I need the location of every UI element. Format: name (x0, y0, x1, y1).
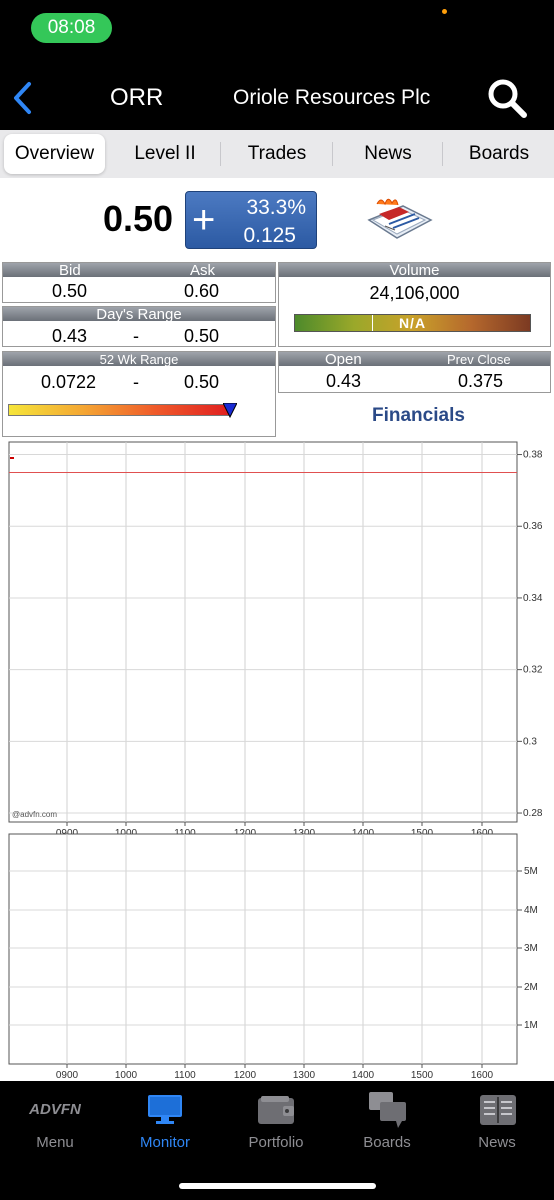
volume-x-tick-label: 1300 (293, 1070, 316, 1081)
nav-menu[interactable]: ADVFN Menu (5, 1091, 105, 1157)
day-high-value: 0.50 (184, 326, 220, 346)
volume-x-tick-label: 0900 (56, 1070, 79, 1081)
days-range-panel: Day's Range 0.43 - 0.50 (2, 306, 276, 347)
price-y-tick-label: 0.38 (523, 450, 543, 461)
open-value: 0.43 (326, 371, 362, 391)
wk52-high-value: 0.50 (184, 372, 220, 392)
volume-x-tick-label: 1600 (471, 1070, 494, 1081)
volume-y-tick-label: 4M (524, 905, 538, 916)
volume-x-tick-label: 1100 (174, 1070, 196, 1081)
volume-header: Volume (279, 262, 550, 279)
bid-label: Bid (59, 262, 81, 279)
price-change-box: + 33.3% 0.125 (185, 191, 317, 249)
nav-news-label: News (478, 1134, 516, 1151)
back-chevron-icon[interactable] (10, 80, 36, 116)
day-low-value: 0.43 (52, 326, 88, 346)
nav-boards[interactable]: Boards (337, 1091, 437, 1157)
change-percent: 33.3% (246, 196, 306, 219)
volume-x-axis: 0900 1000 1100 1200 1300 1400 1500 1600 (56, 1064, 494, 1081)
volume-x-tick-label: 1400 (352, 1070, 375, 1081)
price-y-tick-label: 0.36 (523, 521, 543, 532)
news-flash-icon[interactable] (365, 194, 435, 244)
ticker-symbol: ORR (110, 84, 164, 111)
price-start-marker (10, 457, 14, 459)
change-absolute: 0.125 (243, 224, 296, 247)
intraday-price-chart[interactable]: 0.380.360.340.320.30.28 0900 1000 1100 1200… (8, 441, 554, 838)
tab-divider (442, 142, 443, 166)
volume-panel: Volume 24,106,000 N/A (278, 262, 551, 347)
prev-close-value: 0.375 (458, 371, 504, 391)
nav-boards-label: Boards (363, 1134, 411, 1151)
days-range-header: Day's Range (3, 306, 275, 323)
privacy-indicator (442, 9, 447, 14)
status-time: 08:08 (31, 13, 112, 43)
tab-divider (332, 142, 333, 166)
volume-bar-text: N/A (398, 315, 427, 331)
tab-trades[interactable]: Trades (222, 134, 332, 174)
tab-news[interactable]: News (334, 134, 442, 174)
nav-monitor[interactable]: Monitor (115, 1091, 215, 1157)
open-prev-close-header: Open Prev Close (279, 351, 550, 368)
days-range-label: Day's Range (96, 306, 182, 323)
volume-x-tick-label: 1200 (234, 1070, 257, 1081)
change-sign: + (192, 198, 216, 242)
home-indicator (179, 1183, 376, 1189)
price-y-tick-label: 0.3 (523, 736, 537, 747)
wallet-icon (258, 1096, 294, 1124)
last-price: 0.50 (103, 198, 174, 239)
open-label: Open (325, 351, 362, 368)
volume-label: Volume (389, 262, 440, 279)
wk52-range-bar (8, 403, 237, 419)
volume-x-tick-label: 1500 (411, 1070, 434, 1081)
intraday-volume-chart[interactable]: 5M 4M 3M 2M 1M 0900 1000 1100 1200 1300 1400 1500 1… (8, 833, 554, 1081)
ask-label: Ask (190, 262, 216, 279)
wk52-range-panel: 52 Wk Range 0.0722 - 0.50 (2, 351, 276, 437)
volume-value: 24,106,000 (369, 283, 460, 303)
bid-value: 0.50 (52, 281, 88, 301)
nav-portfolio-label: Portfolio (248, 1134, 304, 1151)
bid-ask-header: Bid Ask (3, 262, 275, 279)
nav-menu-label: Menu (36, 1134, 74, 1151)
volume-activity-bar: N/A (294, 314, 531, 332)
tab-divider (220, 142, 221, 166)
monitor-icon (148, 1095, 182, 1124)
search-icon[interactable] (486, 77, 528, 119)
ask-value: 0.60 (184, 281, 220, 301)
volume-y-axis: 5M 4M 3M 2M 1M (517, 866, 538, 1031)
open-prev-close-panel: Open Prev Close 0.43 0.375 (278, 351, 551, 393)
price-plot-area (8, 441, 518, 823)
wk52-position-marker-icon (223, 403, 237, 419)
volume-y-tick-label: 3M (524, 943, 538, 954)
tab-level-ii[interactable]: Level II (112, 134, 218, 174)
price-y-axis: 0.38 0.36 0.34 0.32 0.3 0.28 (517, 450, 543, 819)
chat-bubbles-icon (369, 1092, 406, 1128)
wk52-range-separator: - (133, 372, 139, 392)
volume-plot-area (8, 833, 518, 1065)
nav-portfolio[interactable]: Portfolio (226, 1091, 326, 1157)
wk52-header: 52 Wk Range (3, 352, 275, 367)
price-y-tick-label: 0.34 (523, 593, 543, 604)
nav-news[interactable]: News (447, 1091, 547, 1157)
advfn-logo-icon: ADVFN (29, 1101, 81, 1118)
tab-overview[interactable]: Overview (4, 134, 105, 174)
financials-link[interactable]: Financials (372, 405, 465, 427)
day-range-separator: - (133, 326, 139, 346)
newspaper-icon (480, 1095, 516, 1125)
volume-y-tick-label: 1M (524, 1020, 538, 1031)
company-name: Oriole Resources Plc (233, 86, 431, 109)
nav-monitor-label: Monitor (139, 1134, 191, 1151)
volume-y-tick-label: 2M (524, 982, 538, 993)
prev-close-label: Prev Close (447, 352, 511, 367)
volume-x-tick-label: 1000 (115, 1070, 138, 1081)
wk52-low-value: 0.0722 (41, 372, 97, 392)
tab-boards[interactable]: Boards (444, 134, 554, 174)
price-y-tick-label: 0.28 (523, 808, 543, 819)
price-y-tick-label: 0.32 (523, 665, 543, 676)
chart-watermark: @advfn.com (12, 810, 57, 819)
top-bar: 08:08 ORR Oriole Resources Plc (0, 0, 554, 130)
bid-ask-panel: Bid Ask 0.50 0.60 (2, 262, 276, 303)
wk52-label: 52 Wk Range (99, 352, 179, 367)
tab-bar: Overview Level II Trades News Boards (0, 130, 554, 178)
volume-y-tick-label: 5M (524, 866, 538, 877)
